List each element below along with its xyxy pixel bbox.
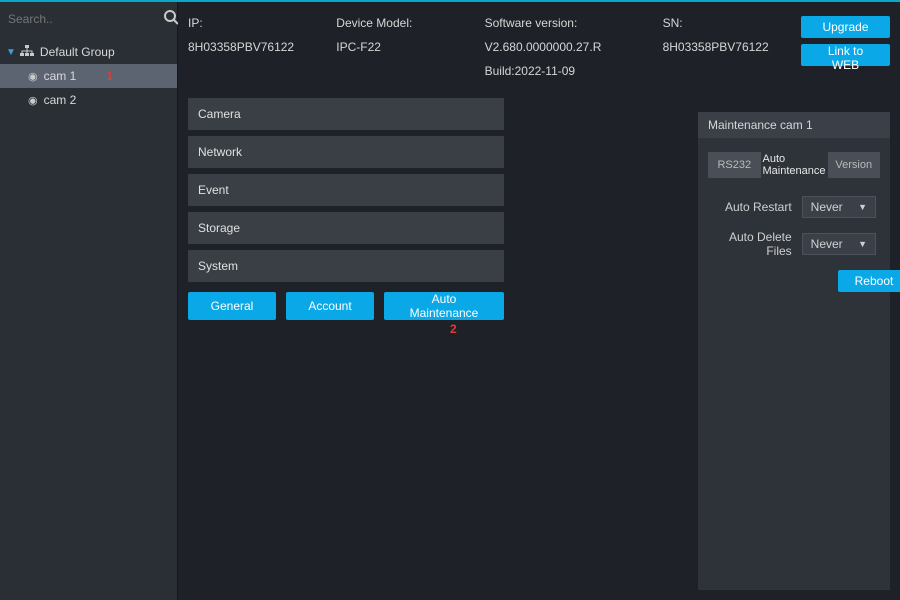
chevron-down-icon: ▼ xyxy=(858,202,867,212)
content-area: IP: 8H03358PBV76122 Device Model: IPC-F2… xyxy=(178,2,900,600)
tree-item-cam1[interactable]: ◉ cam 1 1 xyxy=(0,64,177,88)
camera-icon: ◉ xyxy=(28,70,38,83)
panel-storage[interactable]: Storage xyxy=(188,212,504,244)
general-button[interactable]: General xyxy=(188,292,276,320)
link-to-web-button[interactable]: Link to WEB xyxy=(801,44,890,66)
panel-system[interactable]: System xyxy=(188,250,504,282)
tree-item-cam2[interactable]: ◉ cam 2 xyxy=(0,88,177,112)
reboot-button[interactable]: Reboot xyxy=(838,270,900,292)
sidebar: ▼ Default Group ◉ cam 1 1 ◉ cam 2 xyxy=(0,2,178,600)
search-bar xyxy=(0,2,177,36)
camera-icon: ◉ xyxy=(28,94,38,107)
software-value: V2.680.0000000.27.R xyxy=(485,40,663,54)
panel-camera[interactable]: Camera xyxy=(188,98,504,130)
sn-label: SN: xyxy=(663,16,801,30)
auto-restart-label: Auto Restart xyxy=(712,200,792,214)
settings-panels: Camera Network Event Storage System Gene… xyxy=(188,98,504,320)
account-button[interactable]: Account xyxy=(286,292,374,320)
build-value: Build:2022-11-09 xyxy=(485,64,663,78)
device-tree: ▼ Default Group ◉ cam 1 1 ◉ cam 2 xyxy=(0,36,177,116)
model-label: Device Model: xyxy=(336,16,484,30)
auto-delete-select[interactable]: Never ▼ xyxy=(802,233,876,255)
caret-down-icon: ▼ xyxy=(6,47,16,58)
network-icon xyxy=(20,45,34,60)
select-value: Never xyxy=(811,200,843,214)
auto-restart-select[interactable]: Never ▼ xyxy=(802,196,876,218)
chevron-down-icon: ▼ xyxy=(858,239,867,249)
tree-group[interactable]: ▼ Default Group xyxy=(0,40,177,64)
maintenance-title: Maintenance cam 1 xyxy=(698,112,890,138)
maintenance-tabs: RS232 Auto Maintenance Version xyxy=(708,152,880,178)
marker-1: 1 xyxy=(106,69,113,83)
group-label: Default Group xyxy=(40,45,115,59)
model-value: IPC-F22 xyxy=(336,40,484,54)
ip-label: IP: xyxy=(188,16,336,30)
software-label: Software version: xyxy=(485,16,663,30)
tab-auto-maintenance[interactable]: Auto Maintenance xyxy=(763,152,826,178)
marker-2: 2 xyxy=(450,322,457,336)
tab-rs232[interactable]: RS232 xyxy=(708,152,761,178)
search-input[interactable] xyxy=(8,12,163,26)
panel-network[interactable]: Network xyxy=(188,136,504,168)
auto-maintenance-button[interactable]: Auto Maintenance xyxy=(384,292,504,320)
auto-delete-label: Auto Delete Files xyxy=(712,230,792,258)
tree-item-label: cam 1 xyxy=(44,69,77,83)
select-value: Never xyxy=(811,237,843,251)
sn-value: 8H03358PBV76122 xyxy=(663,40,801,54)
maintenance-form: 3 Auto Restart Never ▼ Auto Delete Files… xyxy=(698,178,890,322)
upgrade-button[interactable]: Upgrade xyxy=(801,16,890,38)
ip-value: 8H03358PBV76122 xyxy=(188,40,336,54)
device-info: IP: 8H03358PBV76122 Device Model: IPC-F2… xyxy=(188,8,890,86)
search-icon[interactable] xyxy=(163,9,179,30)
panel-event[interactable]: Event xyxy=(188,174,504,206)
tree-item-label: cam 2 xyxy=(44,93,77,107)
tab-version[interactable]: Version xyxy=(828,152,881,178)
maintenance-pane: Maintenance cam 1 RS232 Auto Maintenance… xyxy=(698,112,890,590)
system-subbuttons: General Account Auto Maintenance 2 xyxy=(188,292,504,320)
